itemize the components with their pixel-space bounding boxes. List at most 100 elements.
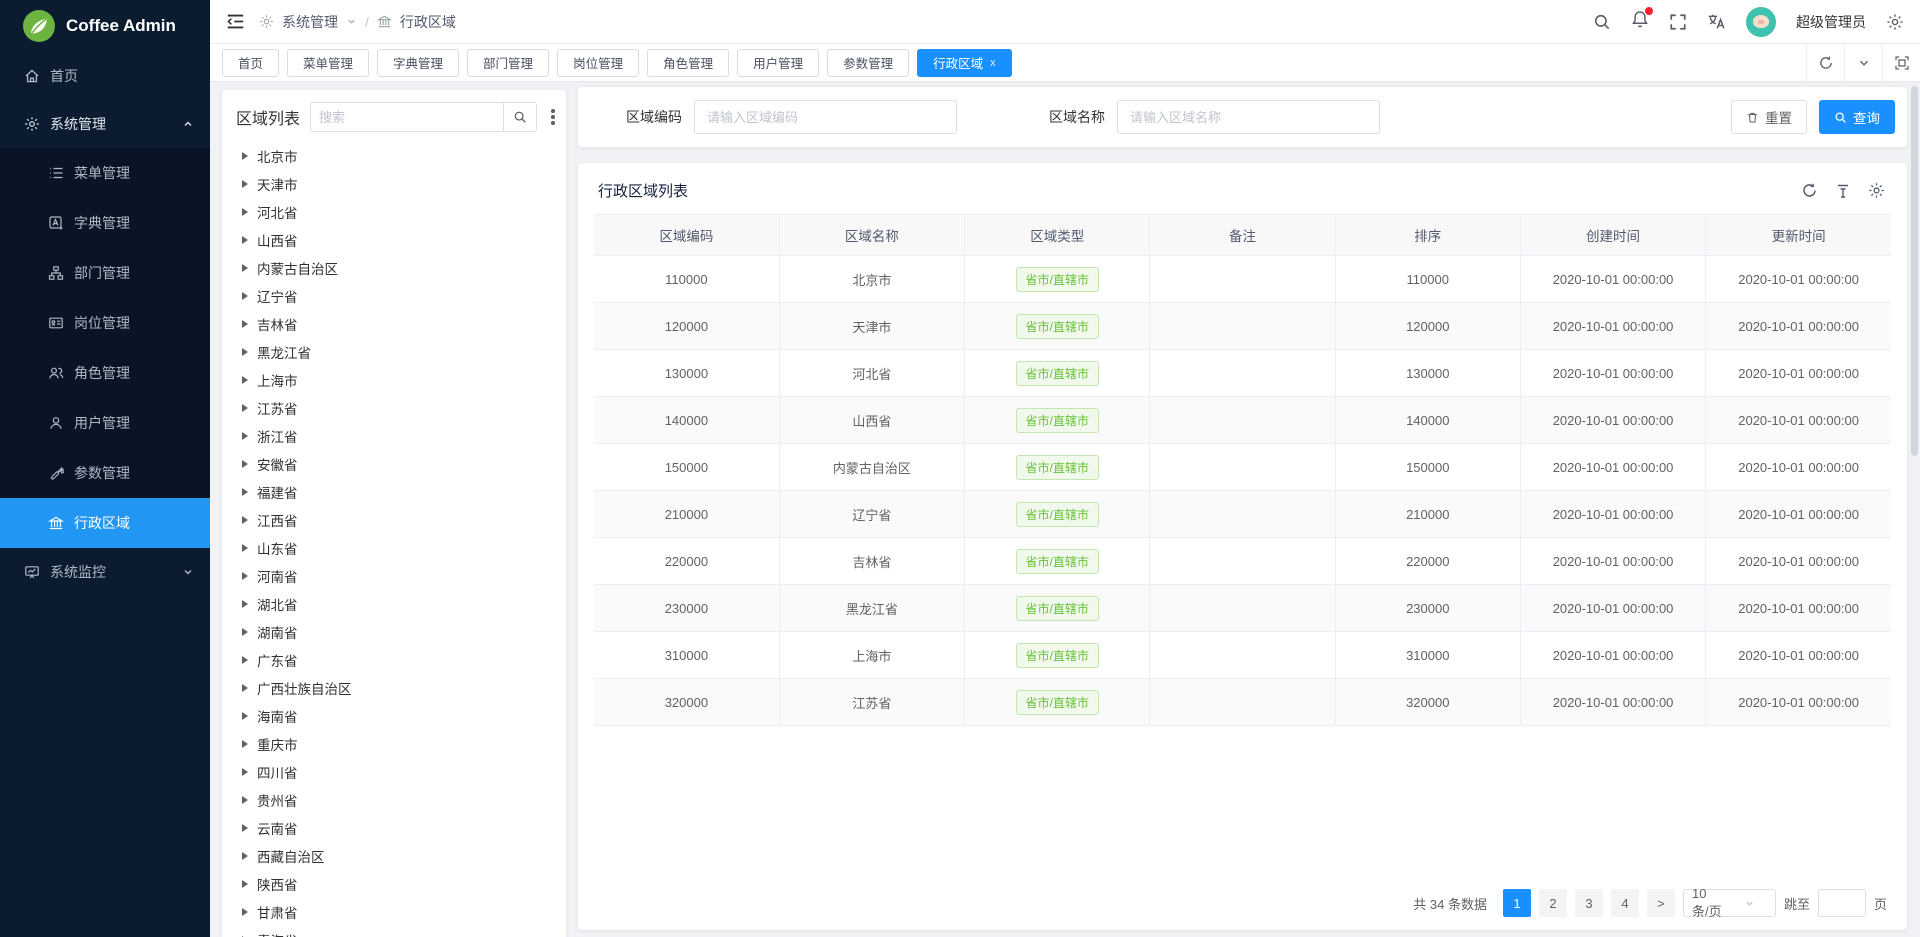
tree-item-四川省[interactable]: 四川省 (236, 758, 556, 786)
search-icon[interactable] (1593, 13, 1611, 31)
tree-item-福建省[interactable]: 福建省 (236, 478, 556, 506)
region-name-input[interactable] (1117, 100, 1380, 134)
tree-item-广西壮族自治区[interactable]: 广西壮族自治区 (236, 674, 556, 702)
tree-item-山西省[interactable]: 山西省 (236, 226, 556, 254)
tabs-menu-chevron[interactable] (1844, 44, 1882, 82)
caret-right-icon[interactable] (242, 292, 248, 300)
caret-right-icon[interactable] (242, 600, 248, 608)
tab-用户管理[interactable]: 用户管理 (737, 49, 819, 77)
refresh-icon[interactable] (1801, 182, 1818, 199)
caret-right-icon[interactable] (242, 572, 248, 580)
caret-right-icon[interactable] (242, 656, 248, 664)
caret-right-icon[interactable] (242, 236, 248, 244)
page-scrollbar[interactable] (1911, 86, 1918, 456)
sidebar-item-岗位管理[interactable]: 岗位管理 (0, 298, 210, 348)
breadcrumb-parent[interactable]: 系统管理 (282, 12, 338, 32)
tree-item-河北省[interactable]: 河北省 (236, 198, 556, 226)
sidebar-item-行政区域[interactable]: 行政区域 (0, 498, 210, 548)
caret-right-icon[interactable] (242, 740, 248, 748)
tree-search-button[interactable] (503, 102, 537, 132)
tree-item-甘肃省[interactable]: 甘肃省 (236, 898, 556, 926)
tree-item-重庆市[interactable]: 重庆市 (236, 730, 556, 758)
tree-item-贵州省[interactable]: 贵州省 (236, 786, 556, 814)
tree-item-河南省[interactable]: 河南省 (236, 562, 556, 590)
caret-right-icon[interactable] (242, 824, 248, 832)
tab-菜单管理[interactable]: 菜单管理 (287, 49, 369, 77)
tree-item-黑龙江省[interactable]: 黑龙江省 (236, 338, 556, 366)
caret-right-icon[interactable] (242, 852, 248, 860)
tree-search-input[interactable] (310, 102, 503, 132)
row-density-icon[interactable] (1835, 183, 1851, 199)
caret-right-icon[interactable] (242, 208, 248, 216)
tree-item-辽宁省[interactable]: 辽宁省 (236, 282, 556, 310)
query-button[interactable]: 查询 (1819, 100, 1895, 134)
caret-right-icon[interactable] (242, 404, 248, 412)
fullscreen-icon[interactable] (1669, 13, 1687, 31)
caret-right-icon[interactable] (242, 516, 248, 524)
caret-right-icon[interactable] (242, 460, 248, 468)
sidebar-item-部门管理[interactable]: 部门管理 (0, 248, 210, 298)
tab-首页[interactable]: 首页 (222, 49, 279, 77)
caret-right-icon[interactable] (242, 152, 248, 160)
tree-item-广东省[interactable]: 广东省 (236, 646, 556, 674)
tree-item-湖北省[interactable]: 湖北省 (236, 590, 556, 618)
tree-item-浙江省[interactable]: 浙江省 (236, 422, 556, 450)
tree-item-云南省[interactable]: 云南省 (236, 814, 556, 842)
caret-right-icon[interactable] (242, 684, 248, 692)
caret-right-icon[interactable] (242, 264, 248, 272)
sidebar-item-字典管理[interactable]: 字典管理 (0, 198, 210, 248)
jump-page-input[interactable] (1818, 889, 1866, 917)
caret-right-icon[interactable] (242, 796, 248, 804)
caret-right-icon[interactable] (242, 348, 248, 356)
sidebar-item-用户管理[interactable]: 用户管理 (0, 398, 210, 448)
content-fullscreen-button[interactable] (1882, 44, 1920, 82)
sidebar-item-首页[interactable]: 首页 (0, 52, 210, 100)
settings-gear-icon[interactable] (1886, 13, 1904, 31)
tree-item-北京市[interactable]: 北京市 (236, 142, 556, 170)
sidebar-item-菜单管理[interactable]: 菜单管理 (0, 148, 210, 198)
caret-right-icon[interactable] (242, 908, 248, 916)
caret-right-icon[interactable] (242, 880, 248, 888)
tab-参数管理[interactable]: 参数管理 (827, 49, 909, 77)
caret-right-icon[interactable] (242, 376, 248, 384)
tree-item-江西省[interactable]: 江西省 (236, 506, 556, 534)
user-name[interactable]: 超级管理员 (1796, 12, 1866, 32)
sidebar-item-系统监控[interactable]: 系统监控 (0, 548, 210, 596)
page-button-4[interactable]: 4 (1611, 889, 1639, 917)
tree-item-天津市[interactable]: 天津市 (236, 170, 556, 198)
tree-item-西藏自治区[interactable]: 西藏自治区 (236, 842, 556, 870)
page-button-2[interactable]: 2 (1539, 889, 1567, 917)
page-button-1[interactable]: 1 (1503, 889, 1531, 917)
tree-item-陕西省[interactable]: 陕西省 (236, 870, 556, 898)
reset-button[interactable]: 重置 (1731, 100, 1807, 134)
tab-close-icon[interactable]: x (990, 57, 996, 69)
page-button-3[interactable]: 3 (1575, 889, 1603, 917)
tab-角色管理[interactable]: 角色管理 (647, 49, 729, 77)
chevron-down-icon[interactable] (346, 16, 357, 27)
tab-部门管理[interactable]: 部门管理 (467, 49, 549, 77)
tree-item-安徽省[interactable]: 安徽省 (236, 450, 556, 478)
notification-bell[interactable] (1631, 10, 1649, 33)
avatar[interactable] (1746, 7, 1776, 37)
tabs-refresh-button[interactable] (1806, 44, 1844, 82)
tree-item-江苏省[interactable]: 江苏省 (236, 394, 556, 422)
sidebar-item-参数管理[interactable]: 参数管理 (0, 448, 210, 498)
tree-item-山东省[interactable]: 山东省 (236, 534, 556, 562)
translate-icon[interactable] (1707, 12, 1726, 31)
sidebar-item-系统管理[interactable]: 系统管理 (0, 100, 210, 148)
tree-item-吉林省[interactable]: 吉林省 (236, 310, 556, 338)
sidebar-item-角色管理[interactable]: 角色管理 (0, 348, 210, 398)
menu-fold-icon[interactable] (226, 12, 245, 31)
tree-item-海南省[interactable]: 海南省 (236, 702, 556, 730)
caret-right-icon[interactable] (242, 628, 248, 636)
next-page-button[interactable]: > (1647, 889, 1675, 917)
region-code-input[interactable] (694, 100, 957, 134)
page-size-select[interactable]: 10 条/页 (1683, 889, 1776, 917)
tab-字典管理[interactable]: 字典管理 (377, 49, 459, 77)
caret-right-icon[interactable] (242, 544, 248, 552)
tree-item-湖南省[interactable]: 湖南省 (236, 618, 556, 646)
tree-more-icon[interactable] (547, 109, 559, 125)
tab-岗位管理[interactable]: 岗位管理 (557, 49, 639, 77)
caret-right-icon[interactable] (242, 432, 248, 440)
caret-right-icon[interactable] (242, 320, 248, 328)
